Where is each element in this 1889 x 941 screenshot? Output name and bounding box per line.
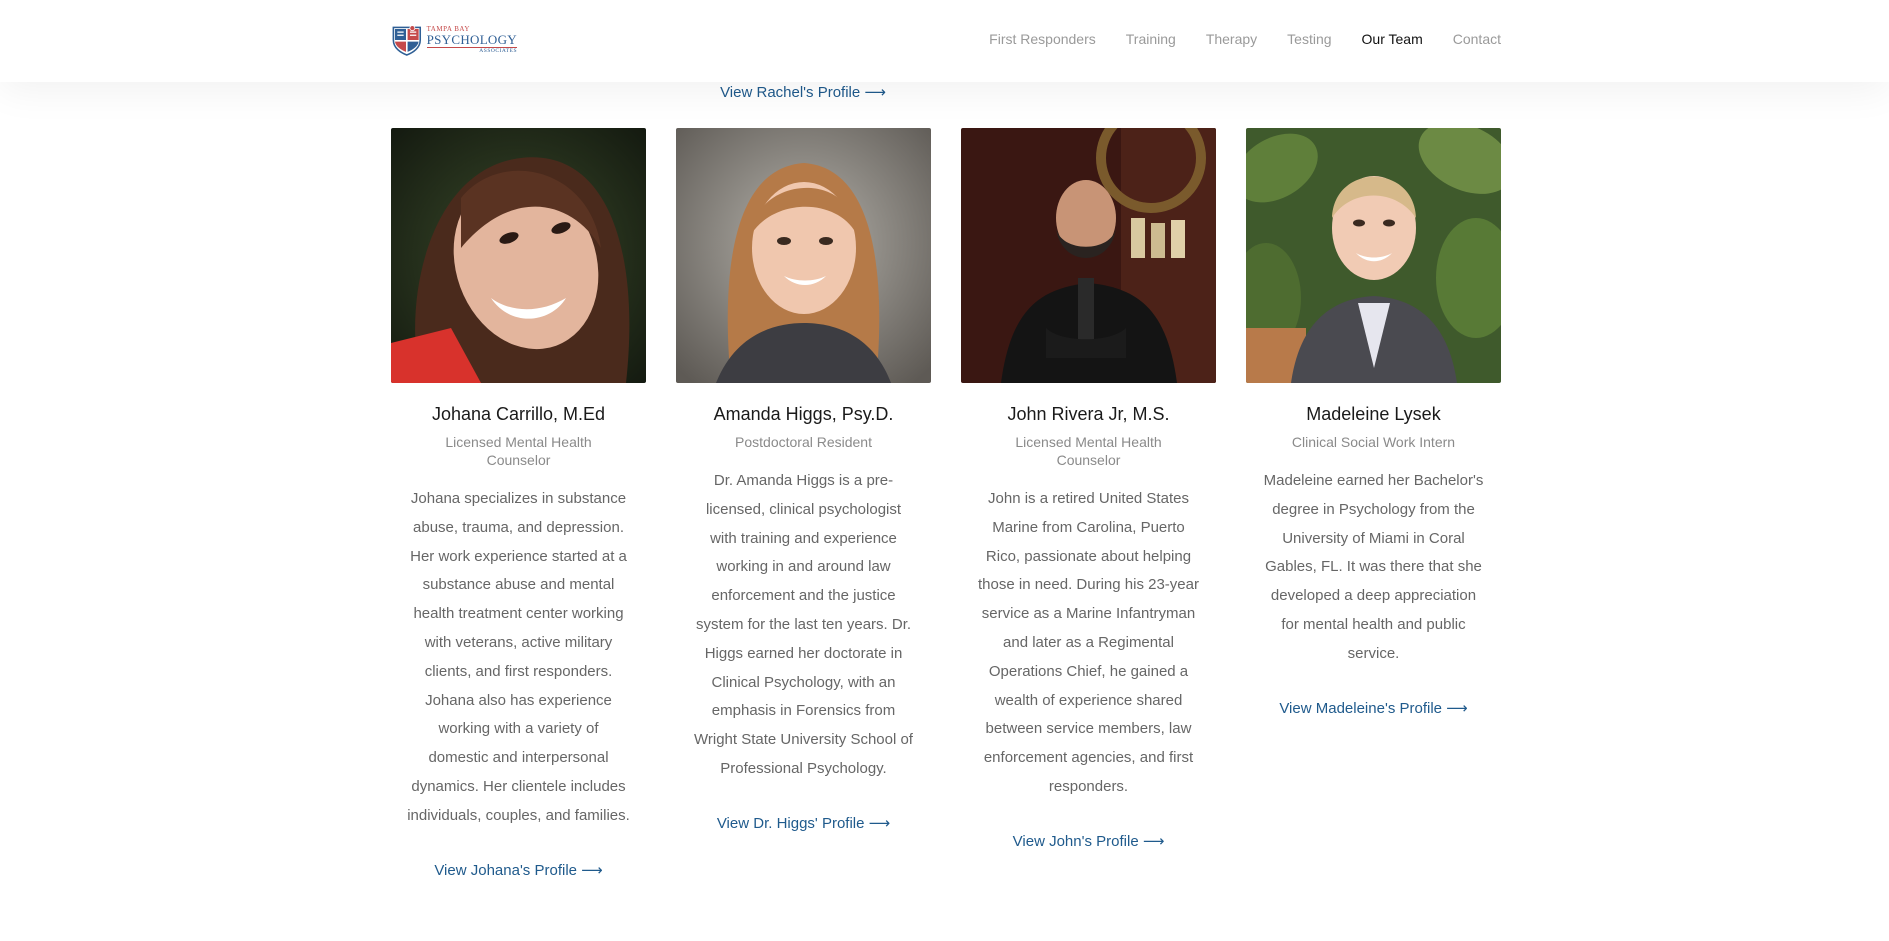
team-member-card: Madeleine Lysek Clinical Social Work Int… <box>1246 128 1501 881</box>
nav-item-therapy[interactable]: Therapy <box>1206 31 1257 47</box>
member-name: John Rivera Jr, M.S. <box>1007 404 1170 424</box>
rachel-profile-link[interactable]: View Rachel's Profile ⟶ <box>0 83 1606 101</box>
nav-item-first-responders[interactable]: First Responders <box>989 31 1096 47</box>
johana-photo <box>391 128 646 383</box>
member-name: Amanda Higgs, Psy.D. <box>713 404 894 424</box>
team-grid: Johana Carrillo, M.Ed Licensed Mental He… <box>391 128 1501 881</box>
member-role: Licensed Mental Health Counselor <box>445 434 592 468</box>
member-bio: Madeleine earned her Bachelor's degree i… <box>1263 472 1484 662</box>
nav-item-contact[interactable]: Contact <box>1453 31 1501 47</box>
member-role: Postdoctoral Resident <box>735 434 872 450</box>
nav-item-our-team[interactable]: Our Team <box>1362 31 1423 47</box>
shield-logo-icon <box>392 25 422 56</box>
nav-item-testing[interactable]: Testing <box>1287 31 1331 47</box>
john-photo <box>961 128 1216 383</box>
team-member-card: Amanda Higgs, Psy.D. Postdoctoral Reside… <box>676 128 931 881</box>
member-role: Clinical Social Work Intern <box>1291 434 1456 450</box>
amanda-photo <box>676 128 931 383</box>
site-header: TAMPA BAY PSYCHOLOGY ASSOCIATES First Re… <box>0 0 1889 82</box>
john-profile-link[interactable]: View John's Profile ⟶ <box>961 832 1216 852</box>
site-logo[interactable]: TAMPA BAY PSYCHOLOGY ASSOCIATES <box>391 20 517 60</box>
johana-profile-link[interactable]: View Johana's Profile ⟶ <box>391 861 646 881</box>
madeleine-profile-link[interactable]: View Madeleine's Profile ⟶ <box>1246 699 1501 719</box>
logo-sub-text: ASSOCIATES <box>479 47 517 54</box>
member-bio: Dr. Amanda Higgs is a pre-licensed, clin… <box>694 472 913 777</box>
team-member-card: Johana Carrillo, M.Ed Licensed Mental He… <box>391 128 646 881</box>
madeleine-photo <box>1246 128 1501 383</box>
amanda-profile-link[interactable]: View Dr. Higgs' Profile ⟶ <box>676 814 931 834</box>
member-bio: John is a retired United States Marine f… <box>978 490 1199 795</box>
main-nav: First Responders Training Therapy Testin… <box>959 31 1501 47</box>
member-name: Johana Carrillo, M.Ed <box>431 404 606 424</box>
member-bio: Johana specializes in substance abuse, t… <box>407 490 630 824</box>
team-member-card: John Rivera Jr, M.S. Licensed Mental Hea… <box>961 128 1216 881</box>
member-role: Licensed Mental Health Counselor <box>1015 434 1162 468</box>
nav-item-training[interactable]: Training <box>1126 31 1176 47</box>
member-name: Madeleine Lysek <box>1306 404 1441 424</box>
logo-main-text: PSYCHOLOGY <box>426 31 517 48</box>
